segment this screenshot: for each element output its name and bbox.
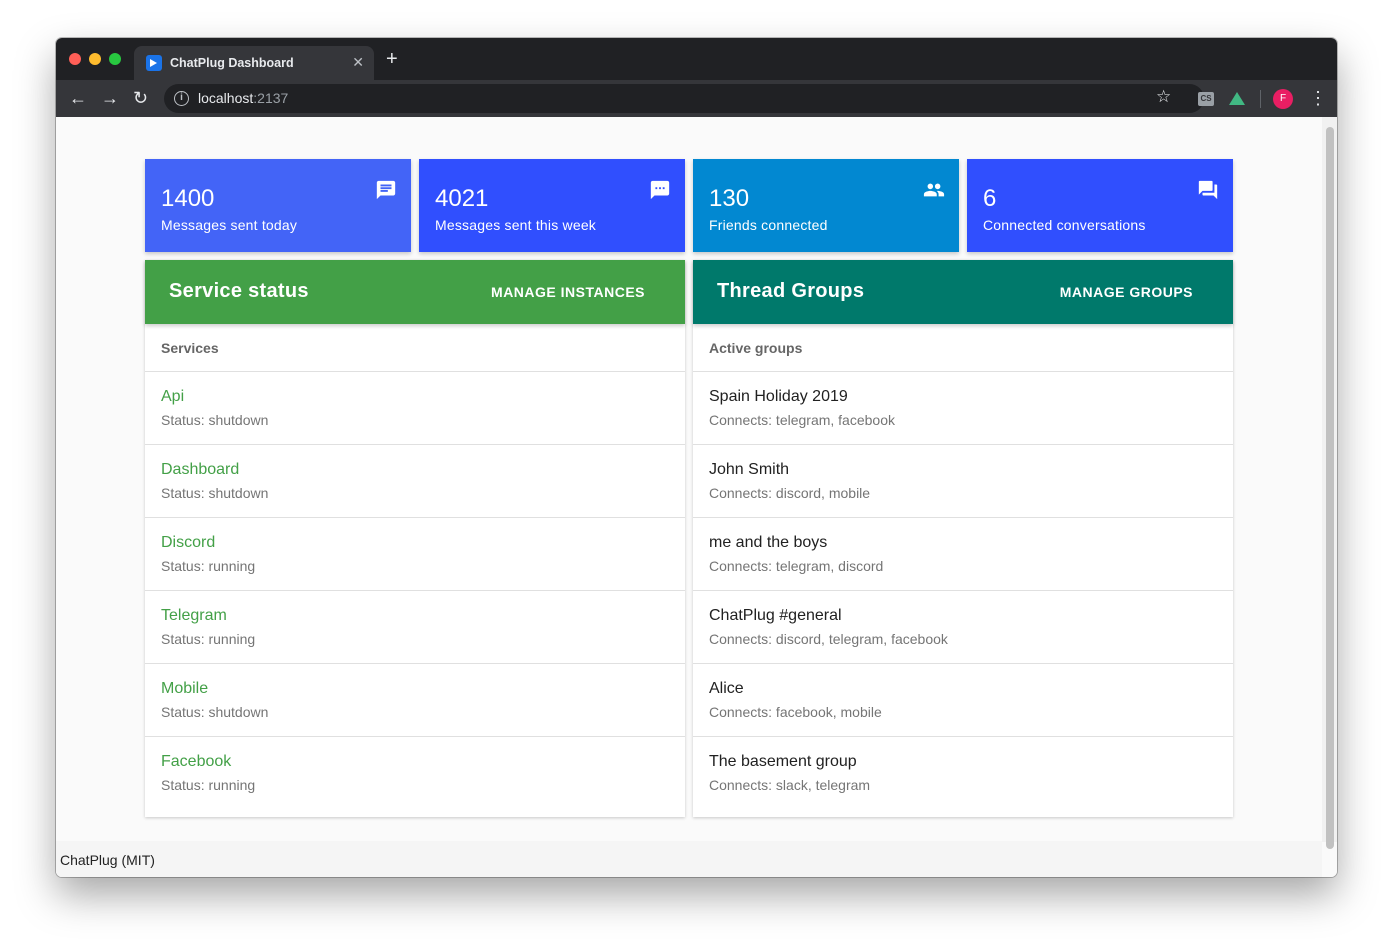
stat-label: Messages sent this week xyxy=(435,217,597,233)
service-status: Status: shutdown xyxy=(161,704,269,720)
service-status-header: Service status MANAGE INSTANCES xyxy=(145,260,685,324)
browser-toolbar: ← → ↻ i localhost:2137 ☆ CS F ⋮ xyxy=(56,80,1337,117)
service-name[interactable]: Facebook xyxy=(161,753,231,771)
group-row[interactable]: John Smith Connects: discord, mobile xyxy=(693,445,1233,518)
extension-cs-icon[interactable]: CS xyxy=(1198,92,1214,106)
tab-bar: ChatPlug Dashboard ✕ + xyxy=(56,38,1337,80)
new-tab-icon[interactable]: + xyxy=(386,49,398,69)
group-connects: Connects: discord, telegram, facebook xyxy=(709,631,948,647)
page-content: 1400 Messages sent today 4021 Messages sent… xyxy=(56,117,1337,877)
service-row[interactable]: Telegram Status: running xyxy=(145,591,685,664)
service-status: Status: shutdown xyxy=(161,412,269,428)
thread-groups-panel: Thread Groups MANAGE GROUPS Active group… xyxy=(693,260,1233,817)
group-row[interactable]: me and the boys Connects: telegram, disco… xyxy=(693,518,1233,591)
group-row[interactable]: The basement group Connects: slack, teleg… xyxy=(693,737,1233,817)
forward-icon[interactable]: → xyxy=(101,88,119,108)
browser-tab[interactable]: ChatPlug Dashboard ✕ xyxy=(134,46,374,80)
toolbar-divider xyxy=(1260,90,1261,108)
group-name: Spain Holiday 2019 xyxy=(709,388,848,405)
group-connects: Connects: telegram, facebook xyxy=(709,412,895,428)
active-groups-subheader: Active groups xyxy=(693,324,1233,372)
service-row[interactable]: Api Status: shutdown xyxy=(145,372,685,445)
stat-card: 130 Friends connected xyxy=(693,159,959,252)
stat-value: 130 xyxy=(709,185,750,212)
browser-window: ChatPlug Dashboard ✕ + ← → ↻ i localhost… xyxy=(56,38,1337,877)
browser-menu-icon[interactable]: ⋮ xyxy=(1309,88,1327,108)
url-text: localhost:2137 xyxy=(198,90,289,106)
info-icon[interactable]: i xyxy=(174,91,189,106)
favicon-icon xyxy=(146,55,162,71)
close-tab-icon[interactable]: ✕ xyxy=(352,54,364,71)
maximize-window-button[interactable] xyxy=(109,53,121,65)
service-name[interactable]: Telegram xyxy=(161,607,227,625)
page-scrollbar[interactable] xyxy=(1322,117,1337,849)
group-connects: Connects: telegram, discord xyxy=(709,558,884,574)
message-icon xyxy=(375,179,397,201)
people-icon xyxy=(923,179,945,201)
stat-value: 1400 xyxy=(161,185,215,212)
service-name[interactable]: Dashboard xyxy=(161,461,239,479)
stat-card: 1400 Messages sent today xyxy=(145,159,411,252)
group-connects: Connects: discord, mobile xyxy=(709,485,871,501)
group-connects: Connects: facebook, mobile xyxy=(709,704,882,720)
tab-title: ChatPlug Dashboard xyxy=(170,56,294,70)
group-name: John Smith xyxy=(709,461,790,478)
stat-label: Messages sent today xyxy=(161,217,298,233)
stat-label: Friends connected xyxy=(709,217,828,233)
services-subheader: Services xyxy=(145,324,685,372)
service-status: Status: running xyxy=(161,558,256,574)
address-bar[interactable]: i localhost:2137 xyxy=(164,84,1204,113)
manage-groups-button[interactable]: MANAGE GROUPS xyxy=(1060,284,1193,300)
group-name: ChatPlug #general xyxy=(709,607,842,624)
vue-devtools-icon[interactable] xyxy=(1229,92,1245,105)
service-row[interactable]: Facebook Status: running xyxy=(145,737,685,817)
service-status: Status: running xyxy=(161,631,256,647)
minimize-window-button[interactable] xyxy=(89,53,101,65)
bookmark-star-icon[interactable]: ☆ xyxy=(1156,88,1171,106)
stat-label: Connected conversations xyxy=(983,217,1146,233)
stat-card: 6 Connected conversations xyxy=(967,159,1233,252)
close-window-button[interactable] xyxy=(69,53,81,65)
service-name[interactable]: Api xyxy=(161,388,184,406)
chat-bubble-icon xyxy=(649,179,671,201)
service-name[interactable]: Discord xyxy=(161,534,215,552)
profile-avatar[interactable]: F xyxy=(1273,89,1293,109)
group-connects: Connects: slack, telegram xyxy=(709,777,871,793)
thread-groups-title: Thread Groups xyxy=(717,280,865,302)
group-name: Alice xyxy=(709,680,744,697)
forum-icon xyxy=(1197,179,1219,201)
group-name: me and the boys xyxy=(709,534,828,551)
service-row[interactable]: Dashboard Status: shutdown xyxy=(145,445,685,518)
manage-instances-button[interactable]: MANAGE INSTANCES xyxy=(491,284,645,300)
service-name[interactable]: Mobile xyxy=(161,680,208,698)
scrollbar-thumb[interactable] xyxy=(1326,127,1334,849)
group-row[interactable]: Spain Holiday 2019 Connects: telegram, fa… xyxy=(693,372,1233,445)
back-icon[interactable]: ← xyxy=(69,88,87,108)
footer-text: ChatPlug (MIT) xyxy=(60,852,155,868)
service-status-title: Service status xyxy=(169,280,309,302)
group-name: The basement group xyxy=(709,753,857,770)
service-status: Status: shutdown xyxy=(161,485,269,501)
group-row[interactable]: ChatPlug #general Connects: discord, tele… xyxy=(693,591,1233,664)
footer: ChatPlug (MIT) xyxy=(56,841,1322,877)
service-row[interactable]: Mobile Status: shutdown xyxy=(145,664,685,737)
service-row[interactable]: Discord Status: running xyxy=(145,518,685,591)
stat-card: 4021 Messages sent this week xyxy=(419,159,685,252)
group-row[interactable]: Alice Connects: facebook, mobile xyxy=(693,664,1233,737)
stat-value: 6 xyxy=(983,185,997,212)
thread-groups-header: Thread Groups MANAGE GROUPS xyxy=(693,260,1233,324)
reload-icon[interactable]: ↻ xyxy=(133,88,148,108)
stat-value: 4021 xyxy=(435,185,489,212)
service-status-panel: Service status MANAGE INSTANCES Services… xyxy=(145,260,685,817)
service-status: Status: running xyxy=(161,777,256,793)
